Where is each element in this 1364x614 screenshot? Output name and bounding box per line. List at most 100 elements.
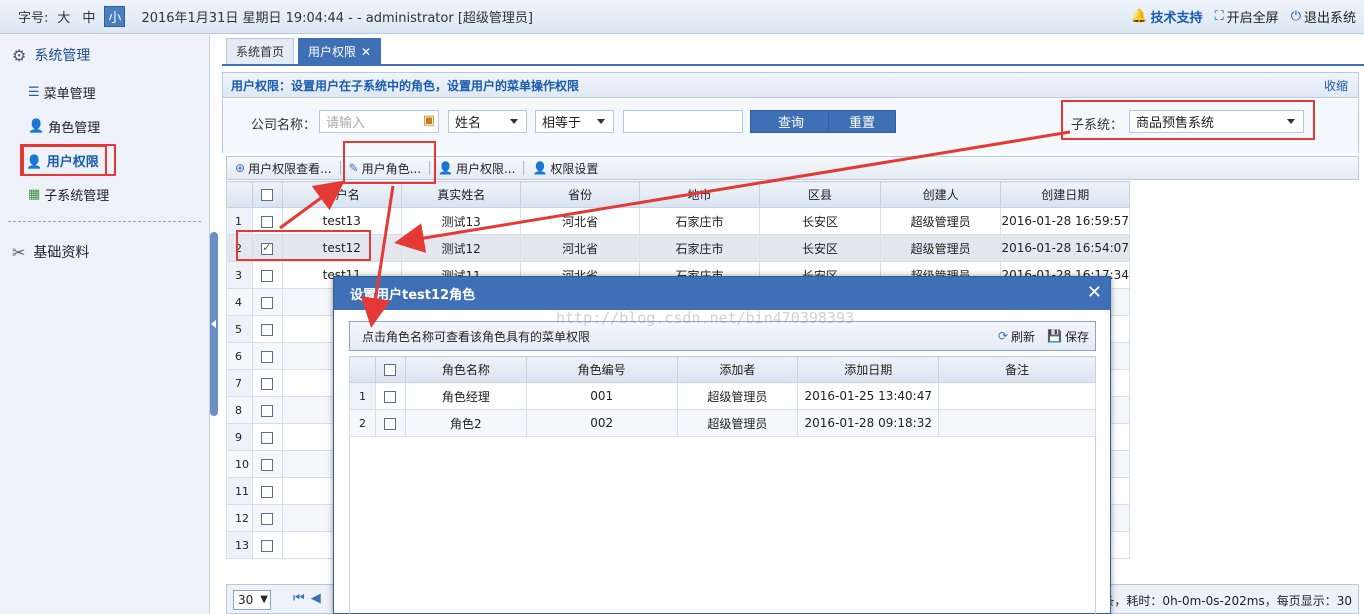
row-checkbox-cell[interactable] xyxy=(374,409,406,437)
sidebar-item-subsystem[interactable]: ▦ 子系统管理 xyxy=(0,177,209,211)
row-checkbox[interactable] xyxy=(261,215,274,228)
row-checkbox-cell[interactable] xyxy=(251,261,283,289)
logout-link[interactable]: ⏻ 退出系统 xyxy=(1291,7,1356,26)
row-checkbox-cell[interactable] xyxy=(251,342,283,370)
field-select[interactable]: 姓名 xyxy=(448,110,527,133)
cell-role-name[interactable]: 角色2 xyxy=(404,409,527,437)
sidebar: ⚙ 系统管理 ☰ 菜单管理 👤 角色管理 👤 用户权限 ▦ 子系统管理 ✂ 基础… xyxy=(0,35,210,614)
picker-icon[interactable]: ▣ xyxy=(423,113,435,128)
tab-user-permission[interactable]: 用户权限 ✕ xyxy=(298,38,382,64)
select-all-header[interactable] xyxy=(374,356,406,383)
row-checkbox[interactable] xyxy=(261,404,274,417)
cell-creator: 超级管理员 xyxy=(879,234,1002,262)
row-checkbox[interactable] xyxy=(384,390,397,403)
row-checkbox[interactable] xyxy=(261,350,274,363)
chevron-down-icon xyxy=(597,119,605,124)
sidebar-group-basic[interactable]: ✂ 基础资料 xyxy=(0,232,209,272)
row-checkbox-cell[interactable] xyxy=(251,207,283,235)
select-all-checkbox[interactable] xyxy=(384,364,397,376)
collapse-link[interactable]: 收缩 xyxy=(1324,77,1348,94)
bell-icon: 🔔 xyxy=(1131,9,1148,24)
tech-support-link[interactable]: 🔔 技术支持 xyxy=(1131,7,1202,26)
save-button[interactable]: 💾 保存 xyxy=(1047,328,1089,345)
close-icon[interactable]: ✕ xyxy=(1087,282,1102,303)
query-button[interactable]: 查询 xyxy=(750,110,832,133)
fullscreen-link[interactable]: ⛶ 开启全屏 xyxy=(1215,7,1279,26)
tab-home[interactable]: 系统首页 xyxy=(226,38,295,64)
row-checkbox-cell[interactable] xyxy=(251,234,283,262)
session-info: 2016年1月31日 星期日 19:04:44 - - administrato… xyxy=(141,11,533,26)
font-size-medium[interactable]: 中 xyxy=(79,7,98,26)
row-checkbox-cell[interactable] xyxy=(251,450,283,478)
page-size-select[interactable]: 30 ▼ xyxy=(233,590,271,610)
refresh-button[interactable]: ⟳ 刷新 xyxy=(998,328,1035,345)
row-checkbox[interactable] xyxy=(261,485,274,498)
top-bar: 字号: 大 中 小 2016年1月31日 星期日 19:04:44 - - ad… xyxy=(0,0,1364,34)
col-created-date[interactable]: 创建日期 xyxy=(1000,181,1130,208)
cell-note xyxy=(938,382,1096,410)
cell-role-code: 001 xyxy=(525,382,678,410)
row-checkbox-cell[interactable] xyxy=(374,382,406,410)
row-checkbox-cell[interactable] xyxy=(251,369,283,397)
col-province[interactable]: 省份 xyxy=(520,181,640,208)
table-row[interactable]: 2 角色2 002 超级管理员 2016-01-28 09:18:32 xyxy=(349,409,1096,437)
col-district[interactable]: 区县 xyxy=(759,181,881,208)
select-all-header[interactable] xyxy=(251,181,283,208)
row-checkbox[interactable] xyxy=(261,241,274,255)
row-checkbox-cell[interactable] xyxy=(251,531,283,559)
row-checkbox[interactable] xyxy=(261,431,274,444)
col-note[interactable]: 备注 xyxy=(938,356,1096,383)
row-checkbox-cell[interactable] xyxy=(251,504,283,532)
row-checkbox[interactable] xyxy=(261,458,274,471)
col-role-code[interactable]: 角色编号 xyxy=(525,356,678,383)
value-input[interactable] xyxy=(623,110,743,133)
view-user-permission-button[interactable]: ⊕ 用户权限查看... xyxy=(235,160,332,177)
cell-created-date: 2016-01-28 16:59:57 xyxy=(1000,207,1130,235)
col-role-name[interactable]: 角色名称 xyxy=(404,356,527,383)
table-row[interactable]: 2 test12测试12河北省石家庄市长安区超级管理员2016-01-28 16:… xyxy=(226,234,1130,262)
dialog-title-bar[interactable]: 设置用户test12角色 ✕ xyxy=(334,277,1110,310)
row-checkbox[interactable] xyxy=(261,269,274,282)
row-checkbox-cell[interactable] xyxy=(251,396,283,424)
sidebar-item-role[interactable]: 👤 角色管理 xyxy=(0,109,209,143)
col-added-date[interactable]: 添加日期 xyxy=(797,356,940,383)
sidebar-item-menu[interactable]: ☰ 菜单管理 xyxy=(0,75,209,109)
row-checkbox[interactable] xyxy=(261,512,274,525)
table-row[interactable]: 1 test13 测试13 河北省 石家庄市 长安区 超级管理员 2016-01-28 16:… xyxy=(226,207,1130,235)
row-checkbox[interactable] xyxy=(261,323,274,336)
row-checkbox-cell[interactable] xyxy=(251,315,283,343)
row-checkbox[interactable] xyxy=(261,377,274,390)
col-city[interactable]: 地市 xyxy=(638,181,761,208)
refresh-icon: ⟳ xyxy=(997,329,1009,343)
select-all-checkbox[interactable] xyxy=(261,189,274,201)
row-checkbox-cell[interactable] xyxy=(251,288,283,316)
reset-button[interactable]: 重置 xyxy=(828,110,896,133)
user-permission-button[interactable]: 👤 用户权限... xyxy=(438,160,515,177)
row-checkbox-cell[interactable] xyxy=(251,477,283,505)
subsystem-select[interactable]: 商品预售系统 xyxy=(1129,110,1304,133)
sidebar-highlight: 👤 用户权限 xyxy=(22,144,107,176)
dialog-hint-bar: 点击角色名称可查看该角色具有的菜单权限 ⟳ 刷新 💾 保存 xyxy=(349,321,1096,351)
row-checkbox[interactable] xyxy=(384,417,397,430)
company-input[interactable]: 请输入 ▣ xyxy=(319,110,439,133)
first-page-icon[interactable]: ⏮◀ xyxy=(293,591,327,606)
row-checkbox[interactable] xyxy=(261,539,274,552)
col-creator[interactable]: 创建人 xyxy=(879,181,1002,208)
sidebar-divider xyxy=(8,221,201,222)
row-checkbox[interactable] xyxy=(261,296,274,309)
row-checkbox-cell[interactable] xyxy=(251,423,283,451)
font-size-large[interactable]: 大 xyxy=(54,7,73,26)
col-username[interactable]: 用户名 xyxy=(281,181,402,208)
permission-settings-button[interactable]: 👤 权限设置 xyxy=(532,160,598,177)
row-number: 4 xyxy=(226,288,253,316)
font-size-small[interactable]: 小 xyxy=(104,6,126,27)
close-icon[interactable]: ✕ xyxy=(361,45,371,59)
user-role-button[interactable]: ✎ 用户角色... xyxy=(349,160,422,177)
cell-role-name[interactable]: 角色经理 xyxy=(404,382,527,410)
sidebar-item-user-permission[interactable]: 👤 用户权限 xyxy=(0,143,209,177)
col-realname[interactable]: 真实姓名 xyxy=(400,181,522,208)
col-adder[interactable]: 添加者 xyxy=(676,356,799,383)
operator-select[interactable]: 相等于 xyxy=(535,110,614,133)
sidebar-group-system[interactable]: ⚙ 系统管理 xyxy=(0,35,209,75)
table-row[interactable]: 1 角色经理 001 超级管理员 2016-01-25 13:40:47 xyxy=(349,382,1096,410)
